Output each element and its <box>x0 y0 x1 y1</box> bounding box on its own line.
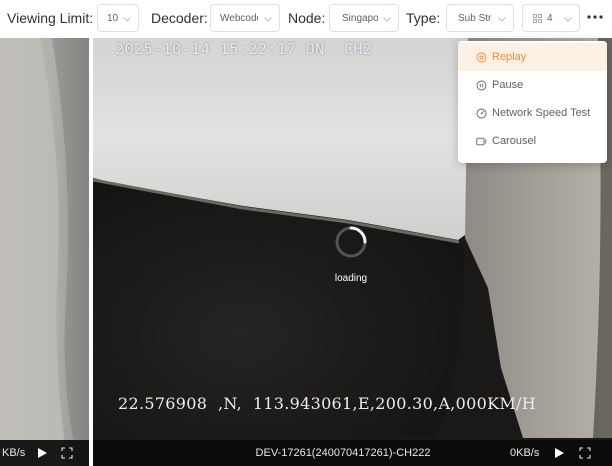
video-control-bar: KB/s <box>0 440 89 466</box>
decoder-select[interactable]: Webcodecs <box>210 4 280 32</box>
viewing-limit-label: Viewing Limit: <box>7 10 94 26</box>
replay-icon <box>476 52 487 63</box>
menu-item-label: Pause <box>492 79 524 91</box>
menu-item-pause[interactable]: Pause <box>458 71 607 99</box>
play-icon[interactable] <box>37 447 48 459</box>
loading-label: loading <box>334 273 368 284</box>
bitrate-readout: 0KB/s <box>510 447 540 459</box>
more-horizontal-icon[interactable] <box>586 12 604 22</box>
chevron-down-icon <box>383 17 391 22</box>
layout-select[interactable]: 4 <box>522 4 580 32</box>
menu-item-carousel[interactable]: Carousel <box>458 127 607 155</box>
layout-value: 4 <box>547 13 553 24</box>
menu-item-replay[interactable]: Replay <box>458 43 607 71</box>
menu-item-label: Replay <box>492 51 527 63</box>
more-actions-menu: Replay Pause Network Speed Test Carousel <box>458 41 607 163</box>
stream-type-select[interactable]: Sub Stream <box>446 4 514 32</box>
carousel-icon <box>476 137 487 146</box>
decoder-value: Webcodecs <box>220 13 258 24</box>
video-control-bar: DEV-17261(240070417261)-CH222 0KB/s <box>93 440 612 466</box>
node-select[interactable]: Singapore <box>329 4 399 32</box>
chevron-down-icon <box>264 17 272 22</box>
decoder-label: Decoder: <box>151 10 208 26</box>
type-label: Type: <box>406 10 441 26</box>
viewing-limit-select[interactable]: 10 <box>97 4 139 32</box>
node-value: Singapore <box>342 13 378 24</box>
video-toolbar: Viewing Limit: 10 Decoder: Webcodecs Nod… <box>0 0 612 38</box>
chevron-down-icon <box>498 17 506 22</box>
loading-spinner-icon <box>335 226 367 258</box>
monitoring-page: Viewing Limit: 10 Decoder: Webcodecs Nod… <box>0 0 612 466</box>
video-tile-left[interactable]: KB/s <box>0 38 89 466</box>
grid-icon <box>533 14 542 23</box>
fullscreen-icon[interactable] <box>579 447 591 459</box>
pause-circle-icon <box>476 80 487 91</box>
viewing-limit-value: 10 <box>107 13 119 24</box>
osd-timestamp: 2025-10-14 15:22:17 ON CH2 <box>115 40 373 58</box>
fullscreen-icon[interactable] <box>61 447 73 459</box>
bitrate-readout: KB/s <box>2 447 26 459</box>
video-frame <box>0 38 89 466</box>
chevron-down-icon <box>564 17 572 22</box>
chevron-down-icon <box>123 17 131 22</box>
menu-item-network-speed-test[interactable]: Network Speed Test <box>458 99 607 127</box>
osd-gps-readout: 22.576908 ,N, 113.943061,E,200.30,A,000K… <box>118 394 536 413</box>
stream-type-value: Sub Stream <box>458 13 492 24</box>
menu-item-label: Network Speed Test <box>492 107 591 119</box>
speed-gauge-icon <box>476 108 487 119</box>
menu-item-label: Carousel <box>492 135 537 147</box>
play-icon[interactable] <box>554 447 565 459</box>
node-label: Node: <box>288 10 326 26</box>
